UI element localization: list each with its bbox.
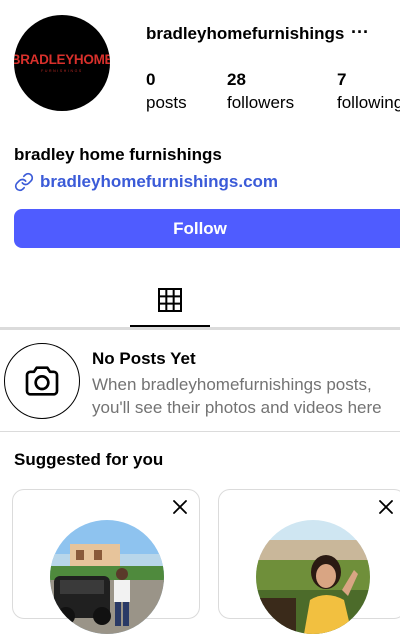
suggestion-photo (50, 520, 164, 634)
stat-following[interactable]: 7 following (337, 70, 400, 113)
active-tab-indicator (130, 325, 210, 327)
link-icon (14, 172, 34, 192)
more-options-icon[interactable]: ··· (351, 22, 369, 42)
empty-state-icon-circle (4, 343, 80, 419)
camera-icon (25, 366, 59, 396)
empty-state-title: No Posts Yet (92, 349, 196, 368)
follow-button-label: Follow (173, 218, 227, 238)
followers-count: 28 (227, 70, 246, 89)
suggestion-avatar[interactable] (50, 520, 164, 634)
suggested-title: Suggested for you (14, 450, 164, 469)
grid-icon (158, 288, 182, 312)
tabs-divider (0, 327, 400, 330)
brand-logo-text: BRADLEYHOME (14, 52, 110, 68)
profile-full-name: bradley home furnishings (14, 145, 222, 164)
suggestion-avatar[interactable] (256, 520, 370, 634)
followers-label: followers (227, 93, 295, 112)
stat-followers[interactable]: 28 followers (227, 70, 294, 113)
profile-website-link[interactable]: bradleyhomefurnishings.com (14, 172, 278, 192)
close-icon[interactable] (379, 500, 393, 514)
stat-posts: 0 posts (146, 70, 187, 113)
empty-state-subtitle: When bradleyhomefurnishings posts, you'l… (92, 375, 382, 417)
brand-logo-subtext: FURNISHINGS (41, 68, 83, 73)
following-count: 7 (337, 70, 347, 89)
section-divider (0, 431, 400, 432)
website-text: bradleyhomefurnishings.com (40, 172, 279, 191)
follow-button[interactable]: Follow (14, 209, 400, 248)
tab-posts-grid[interactable] (130, 280, 210, 326)
posts-label: posts (146, 93, 187, 112)
profile-username: bradleyhomefurnishings (146, 24, 345, 43)
suggestion-photo (256, 520, 370, 634)
following-label: following (337, 93, 400, 112)
close-icon[interactable] (173, 500, 187, 514)
posts-count: 0 (146, 70, 156, 89)
profile-avatar[interactable]: BRADLEYHOME FURNISHINGS (14, 15, 110, 111)
